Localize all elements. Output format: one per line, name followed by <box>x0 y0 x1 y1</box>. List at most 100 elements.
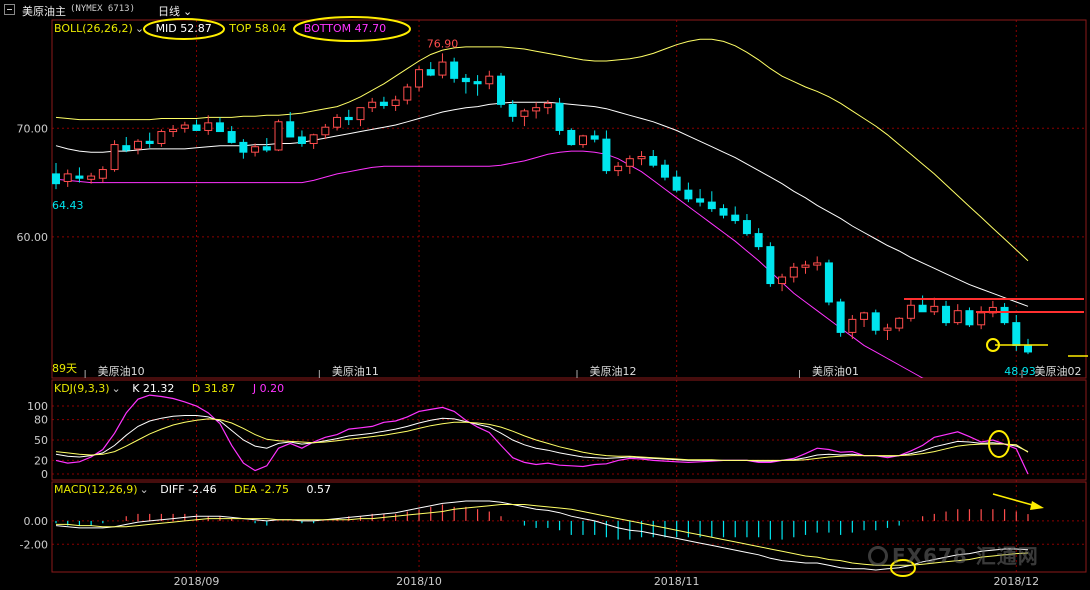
candle-body <box>860 312 869 320</box>
macd-tick-label: 0.00 <box>24 515 49 528</box>
candle-body <box>321 126 330 136</box>
kdj-tick-label: 0 <box>41 468 48 481</box>
candle-body <box>778 276 787 285</box>
candle-body <box>672 176 681 191</box>
candle-body <box>473 81 482 85</box>
candle-body <box>426 69 435 76</box>
boll-top-line <box>55 38 1029 262</box>
candle-body <box>602 138 611 172</box>
candle-body <box>684 189 693 200</box>
macd-label: MACD(12,26,9) <box>54 483 138 496</box>
candle-body <box>145 140 154 144</box>
chart-svg[interactable]: 70.00 60.00 10080 50 200 0.00 -2.00 2018/09 2018… <box>0 0 1090 590</box>
kdj-legend: KDJ(9,3,3) ⌄ K 21.32 D 31.87 J 0.20 <box>54 382 284 395</box>
candle-body <box>649 156 658 166</box>
boll-mid-line <box>55 101 1029 307</box>
candle-body <box>403 86 412 101</box>
candle-body <box>461 77 470 83</box>
boll-label: BOLL(26,26,2) <box>54 22 133 35</box>
candle-body <box>660 164 669 178</box>
candle-body <box>801 264 810 268</box>
candle-body <box>309 134 318 144</box>
candle-body <box>133 140 142 150</box>
candle-body <box>637 156 646 160</box>
candle-body <box>110 144 119 171</box>
panel-frame <box>51 19 1087 379</box>
candle-body <box>731 214 740 222</box>
candle-body <box>719 208 728 216</box>
contract-label: 美原油01 <box>812 364 859 378</box>
watermark-logo-icon <box>868 546 888 566</box>
candle-body <box>497 75 506 105</box>
candle-body <box>368 101 377 109</box>
candle-body <box>415 69 424 88</box>
kdj-tick-label: 50 <box>34 434 48 447</box>
boll-legend: BOLL(26,26,2) ⌄ MID 52.87 TOP 58.04 BOTTO… <box>54 22 386 35</box>
candle-body <box>520 110 529 117</box>
contract-label: 美原油10 <box>98 364 145 378</box>
candle-body <box>590 135 599 140</box>
x-tick-label: 2018/09 <box>174 575 220 588</box>
kdj-tick-label: 100 <box>27 400 48 413</box>
boll-mid-value: MID 52.87 <box>155 22 212 35</box>
chevron-down-icon[interactable]: ⌄ <box>140 483 149 496</box>
candle-body <box>438 61 447 76</box>
kdj-lines <box>55 394 1029 475</box>
boll-top-value: TOP 58.04 <box>229 22 287 35</box>
candle-body <box>977 312 986 326</box>
candle-body <box>578 135 587 146</box>
candle-body <box>274 121 283 151</box>
arrow-head-icon <box>1030 501 1044 510</box>
candle-body <box>742 220 751 235</box>
candle-body <box>696 198 705 203</box>
kdj-j-value: J 0.20 <box>252 382 285 395</box>
chevron-down-icon[interactable]: ⌄ <box>135 22 144 35</box>
chevron-down-icon[interactable]: ⌄ <box>112 382 121 395</box>
macd-tick-label: -2.00 <box>20 538 48 551</box>
candle-body <box>1012 322 1021 346</box>
candle-body <box>1000 306 1009 324</box>
candle-body <box>555 102 564 131</box>
candle-body <box>906 304 915 319</box>
candle-body <box>871 312 880 331</box>
boll-bands <box>55 38 1029 378</box>
candle-body <box>262 146 271 151</box>
macd-hist-value: 0.57 <box>306 483 332 496</box>
candle-body <box>754 233 763 248</box>
candle-body <box>930 305 939 313</box>
chart-stage[interactable]: 美原油主 (NYMEX 6713) 日线 ⌄ 70.00 60.00 100 80 50 2… <box>0 0 1090 590</box>
candle-body <box>508 103 517 117</box>
high-price-label: 76.90 <box>427 37 459 50</box>
candle-body <box>883 327 892 331</box>
candlesticks <box>52 53 1032 355</box>
candle-body <box>485 75 494 85</box>
macd-dea-value: DEA -2.75 <box>234 483 289 496</box>
candle-body <box>98 169 107 179</box>
x-tick-label: 2018/12 <box>993 575 1039 588</box>
candle-body <box>895 317 904 329</box>
candle-body <box>614 165 623 172</box>
contract-label: 美原油12 <box>589 364 636 378</box>
candle-body <box>169 128 178 133</box>
candle-body <box>286 121 295 138</box>
watermark: FX678 汇通网 <box>868 540 1039 569</box>
candle-body <box>122 145 131 151</box>
kdj-tick-label: 80 <box>34 414 48 427</box>
candle-body <box>766 246 775 285</box>
x-tick-label: 2018/11 <box>654 575 700 588</box>
candle-body <box>52 173 60 185</box>
candle-body <box>532 107 541 112</box>
candle-body <box>192 124 201 131</box>
kdj-label: KDJ(9,3,3) <box>54 382 110 395</box>
candle-body <box>953 310 962 324</box>
kdj-d-value: D 31.87 <box>191 382 236 395</box>
candle-body <box>965 310 974 326</box>
candle-body <box>1024 344 1032 353</box>
candle-body <box>344 116 353 121</box>
candle-body <box>239 141 248 153</box>
panel-frame <box>51 379 1087 481</box>
candle-body <box>75 175 84 179</box>
candle-body <box>450 61 459 79</box>
candle-body <box>333 116 342 128</box>
candle-body <box>157 131 166 144</box>
